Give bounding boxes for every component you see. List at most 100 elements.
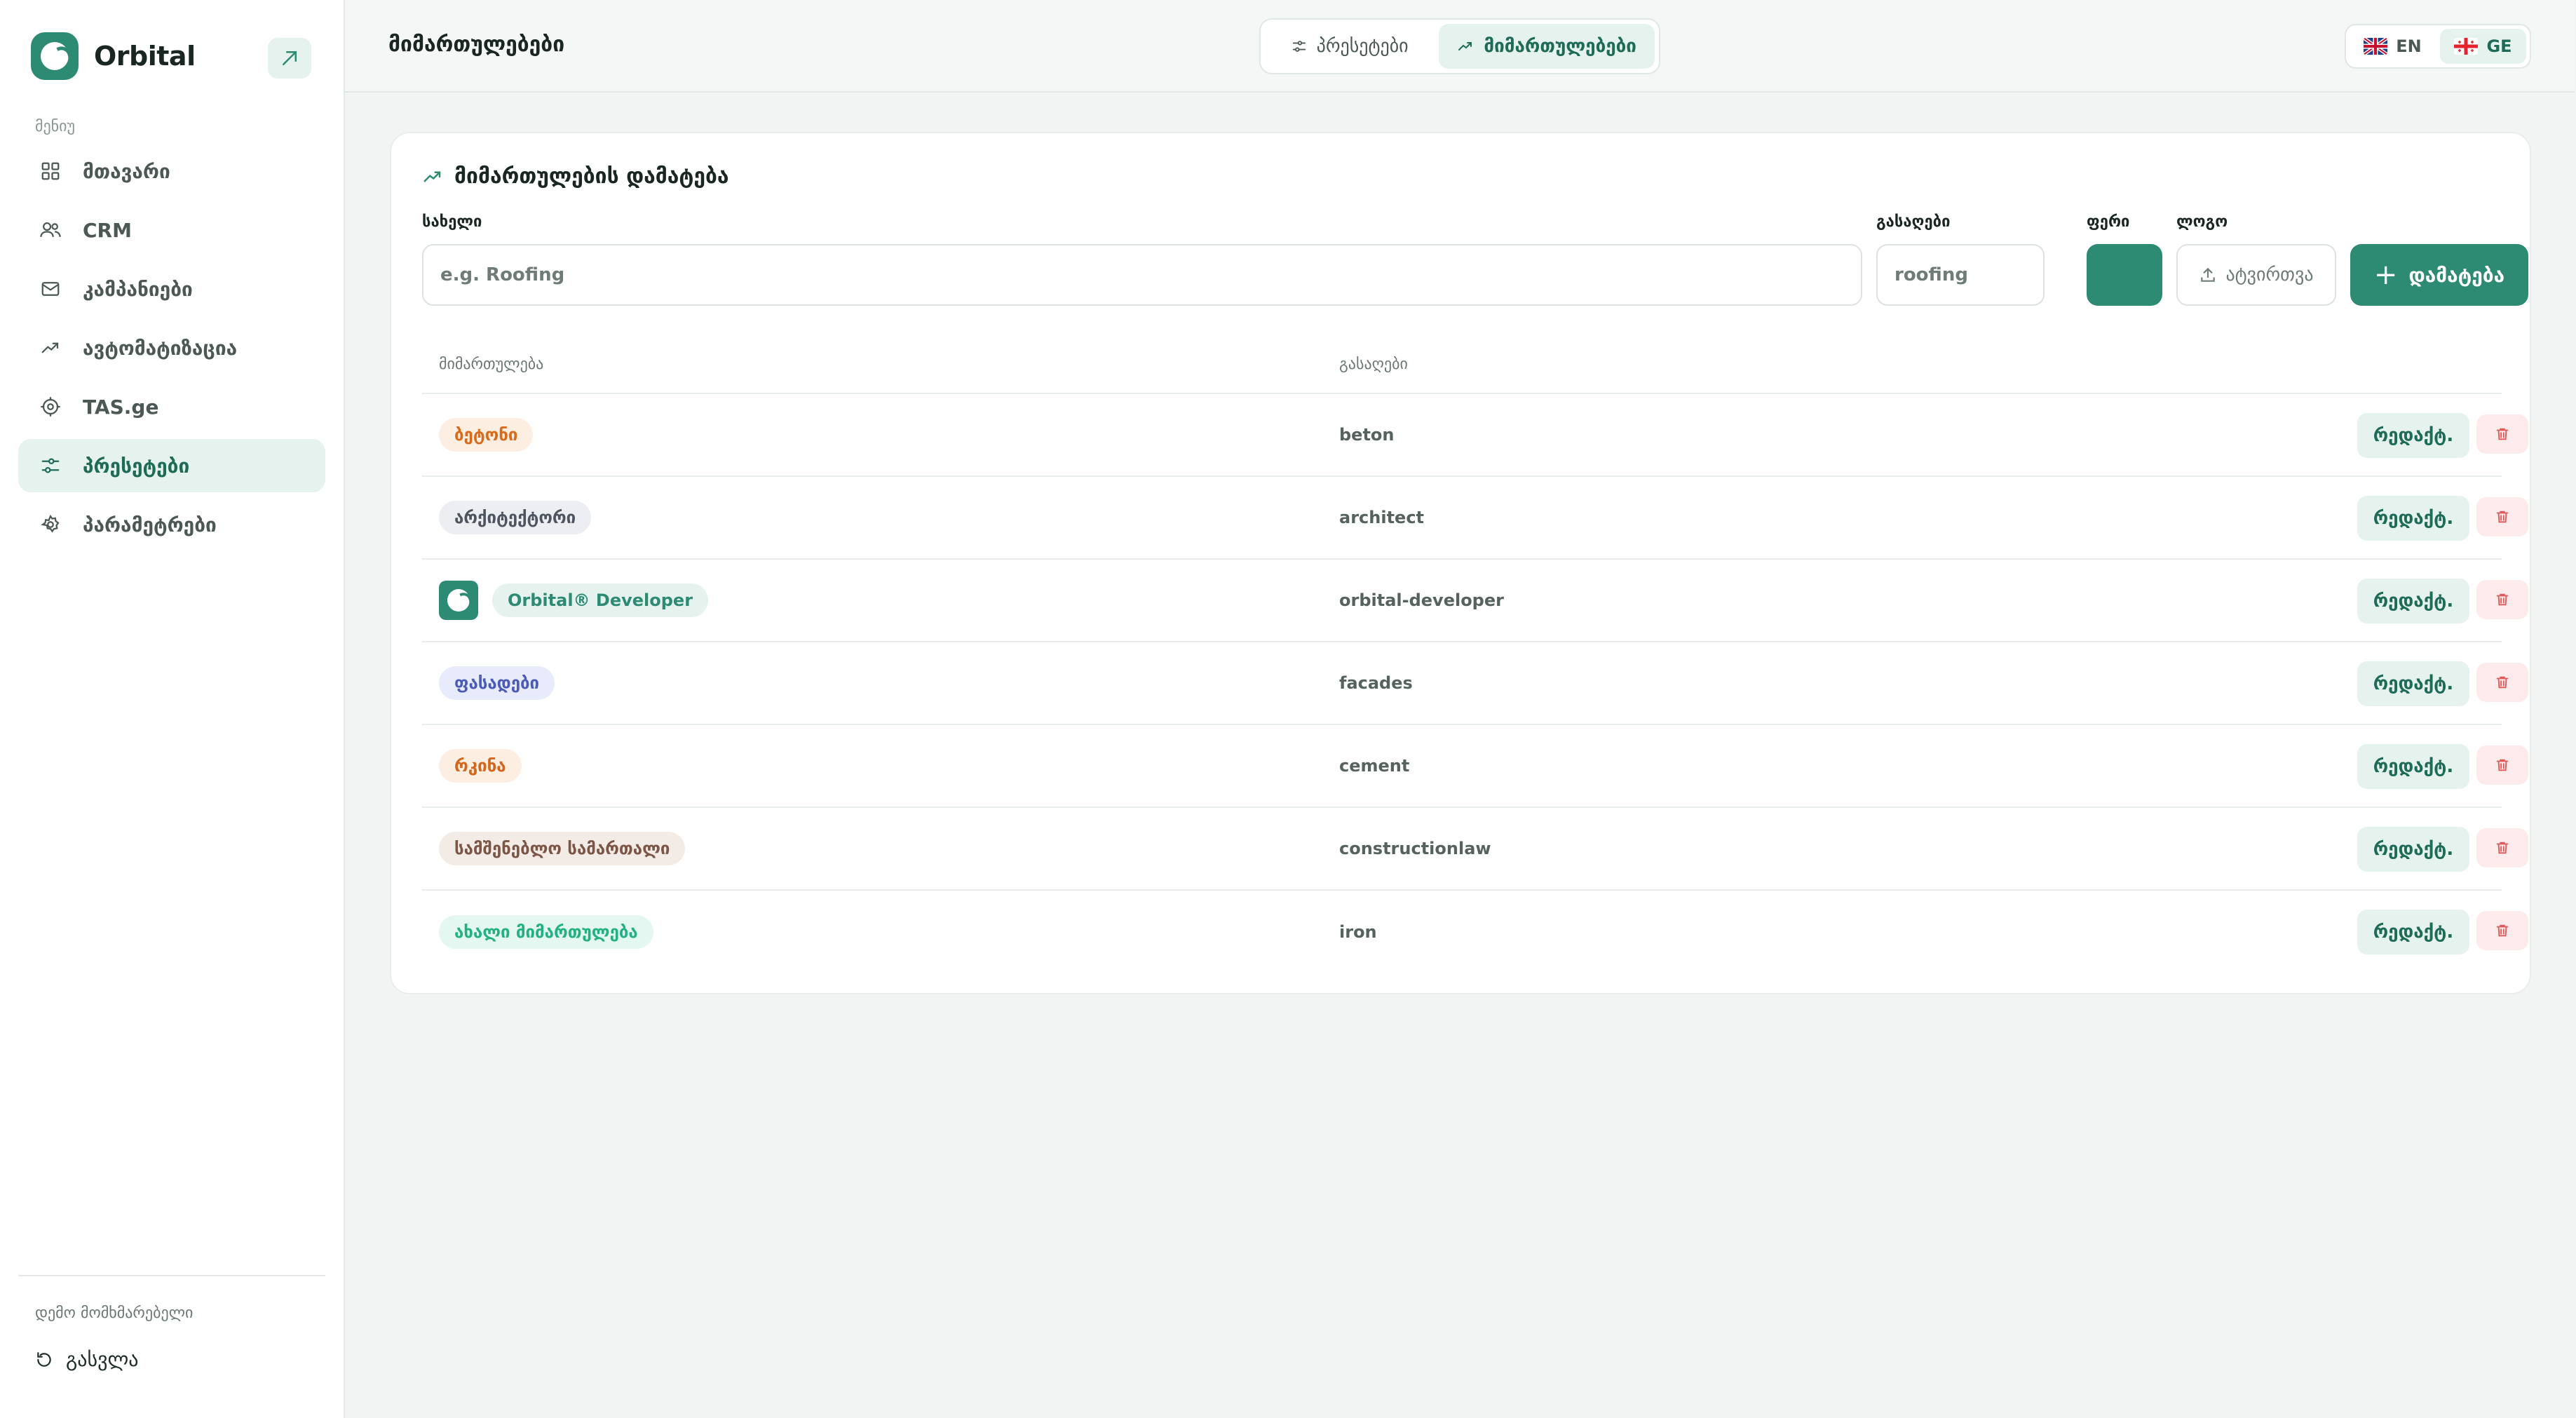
delete-button[interactable]: [2476, 414, 2528, 454]
add-direction-button[interactable]: + დამატება: [2350, 244, 2528, 306]
menu-caption: მენიუ: [35, 118, 76, 135]
direction-key: facades: [1339, 673, 1413, 693]
direction-key: beton: [1339, 425, 1395, 445]
language-en-button[interactable]: EN: [2350, 29, 2436, 64]
color-field-label: ფერი: [2087, 213, 2130, 231]
add-direction-heading: მიმართულების დამატება: [422, 164, 729, 189]
delete-button[interactable]: [2476, 745, 2528, 785]
language-code: GE: [2486, 36, 2512, 56]
directions-card: მიმართულების დამატება სახელი გასაღები ფე…: [390, 132, 2531, 994]
sidebar-item-label: CRM: [83, 218, 132, 242]
delete-button[interactable]: [2476, 911, 2528, 950]
current-user-name: დემო მომხმარებელი: [35, 1304, 194, 1322]
direction-key: iron: [1339, 922, 1377, 942]
direction-key: cement: [1339, 756, 1410, 776]
direction-badge: ახალი მიმართულება: [439, 915, 653, 949]
collapse-sidebar-button[interactable]: [268, 38, 311, 79]
direction-logo-icon: [439, 581, 478, 620]
trash-icon: [2496, 428, 2509, 440]
sidebar-item-settings[interactable]: პარამეტრები: [18, 498, 325, 551]
gear-icon: [38, 512, 63, 537]
delete-button[interactable]: [2476, 580, 2528, 619]
page-title: მიმართულებები: [388, 32, 565, 57]
logout-icon: [37, 1351, 51, 1367]
sidebar-item-campaigns[interactable]: კამპანიები: [18, 262, 325, 316]
direction-badge: ბეტონი: [439, 418, 534, 452]
trash-icon: [2496, 593, 2509, 606]
trash-icon: [2496, 842, 2509, 854]
edit-button[interactable]: რედაქტ.: [2357, 579, 2469, 623]
main-content: მიმართულებები პრესეტები მიმართულებები EN…: [345, 0, 2576, 1418]
language-code: EN: [2396, 36, 2422, 56]
sidebar-item-label: მთავარი: [83, 159, 170, 183]
color-picker[interactable]: [2087, 244, 2162, 306]
add-direction-title: მიმართულების დამატება: [454, 164, 729, 189]
section-tabs: პრესეტები მიმართულებები: [1259, 18, 1660, 74]
table-row: ბეტონი beton რედაქტ.: [422, 394, 2528, 477]
brand[interactable]: Orbital: [31, 32, 196, 80]
users-icon: [38, 217, 63, 243]
tab-label: პრესეტები: [1316, 36, 1409, 57]
tab-directions[interactable]: მიმართულებები: [1439, 24, 1655, 69]
arrow-up-right-icon: [283, 51, 297, 65]
column-header-direction: მიმართულება: [439, 355, 544, 373]
mail-icon: [38, 276, 63, 302]
edit-button[interactable]: რედაქტ.: [2357, 744, 2469, 789]
direction-badge: რკინა: [439, 749, 522, 783]
sidebar-item-automation[interactable]: ავტომატიზაცია: [18, 321, 325, 374]
direction-badge: სამშენებლო სამართალი: [439, 832, 686, 865]
direction-key: orbital-developer: [1339, 590, 1504, 610]
delete-button[interactable]: [2476, 663, 2528, 702]
sidebar-nav: მთავარი CRM კამპანიები ავტომატიზაცია TAS…: [18, 144, 325, 557]
trend-icon: [38, 335, 63, 360]
trash-icon: [2496, 924, 2509, 937]
logout-label: გასვლა: [66, 1348, 139, 1371]
key-field-label: გასაღები: [1876, 213, 1951, 231]
logout-button[interactable]: გასვლა: [35, 1348, 139, 1371]
direction-cell: ფასადები: [439, 642, 555, 724]
sidebar-item-home[interactable]: მთავარი: [18, 144, 325, 198]
column-header-key: გასაღები: [1339, 355, 1408, 373]
delete-button[interactable]: [2476, 828, 2528, 867]
name-field-label: სახელი: [422, 213, 482, 231]
upload-icon: [2199, 266, 2217, 284]
direction-cell: არქიტექტორი: [439, 477, 592, 558]
sidebar-item-label: კამპანიები: [83, 277, 193, 301]
upload-logo-button[interactable]: ატვირთვა: [2176, 244, 2336, 306]
edit-button[interactable]: რედაქტ.: [2357, 910, 2469, 954]
dashboard-grid-icon: [38, 158, 63, 184]
sidebar-item-label: პარამეტრები: [83, 513, 217, 536]
direction-cell: Orbital® Developer: [439, 560, 709, 641]
directions-table: მიმართულება გასაღები ბეტონი beton რედაქტ…: [422, 335, 2528, 973]
trend-icon: [423, 171, 441, 182]
edit-button[interactable]: რედაქტ.: [2357, 413, 2469, 458]
sidebar-item-crm[interactable]: CRM: [18, 203, 325, 257]
sidebar: Orbital მენიუ მთავარი CRM კამპანიები ავტ…: [0, 0, 345, 1418]
direction-cell: სამშენებლო სამართალი: [439, 808, 686, 889]
tab-label: მიმართულებები: [1484, 36, 1636, 57]
key-input[interactable]: [1876, 244, 2045, 306]
delete-button[interactable]: [2476, 497, 2528, 536]
georgia-flag-icon: [2454, 38, 2479, 55]
top-bar: მიმართულებები პრესეტები მიმართულებები EN…: [345, 0, 2575, 93]
name-input[interactable]: [422, 244, 1862, 306]
upload-label: ატვირთვა: [2225, 264, 2314, 285]
table-row: ფასადები facades რედაქტ.: [422, 642, 2528, 725]
language-ge-button[interactable]: GE: [2440, 29, 2526, 64]
edit-button[interactable]: რედაქტ.: [2357, 827, 2469, 872]
language-switcher: EN GE: [2345, 24, 2531, 69]
edit-button[interactable]: რედაქტ.: [2357, 661, 2469, 706]
table-header: მიმართულება გასაღები: [422, 335, 2502, 394]
sidebar-item-label: ავტომატიზაცია: [83, 336, 238, 360]
direction-badge: Orbital® Developer: [492, 583, 709, 617]
target-icon: [38, 394, 63, 419]
sliders-icon: [38, 453, 63, 478]
direction-cell: ახალი მიმართულება: [439, 891, 653, 973]
tab-presets[interactable]: პრესეტები: [1265, 24, 1435, 69]
sidebar-item-tas[interactable]: TAS.ge: [18, 380, 325, 433]
table-row: სამშენებლო სამართალი constructionlaw რედ…: [422, 808, 2528, 891]
edit-button[interactable]: რედაქტ.: [2357, 496, 2469, 541]
sidebar-divider: [18, 1275, 325, 1276]
sidebar-item-presets[interactable]: პრესეტები: [18, 439, 325, 492]
sidebar-item-label: TAS.ge: [83, 395, 159, 419]
